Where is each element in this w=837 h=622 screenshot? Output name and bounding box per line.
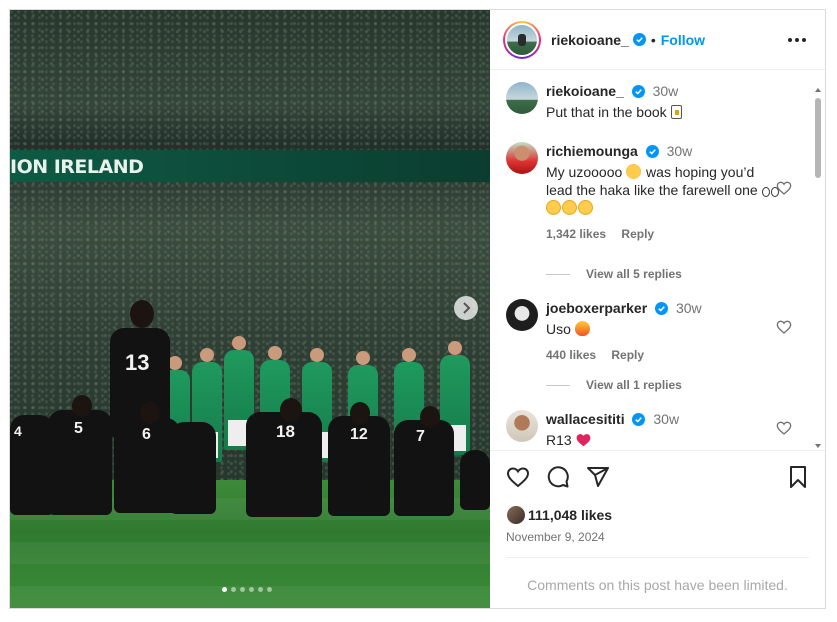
liker-avatar	[506, 505, 526, 525]
carousel-dot[interactable]	[258, 587, 263, 592]
replies-line	[546, 384, 570, 386]
star-struck-emoji-icon	[626, 164, 642, 179]
verified-badge-icon	[631, 85, 645, 98]
commenter-avatar[interactable]	[506, 299, 538, 331]
post-header: riekoioane_ • Follow	[490, 10, 825, 70]
post-modal: ION IRELAND 13 4 5 6 18 12 7 riekoioane_…	[9, 9, 826, 609]
commenter-avatar[interactable]	[506, 410, 538, 442]
comment-username[interactable]: joeboxerparker	[546, 300, 647, 316]
carousel-dot[interactable]	[231, 587, 236, 592]
like-comment-heart-icon[interactable]	[776, 180, 792, 196]
chevron-right-icon	[463, 302, 471, 314]
comment-likes[interactable]: 1,342 likes	[546, 227, 606, 241]
post-date[interactable]: November 9, 2024	[506, 530, 605, 544]
red-heart-emoji-icon	[576, 434, 590, 447]
comment-time[interactable]: 30w	[653, 411, 679, 427]
follow-button[interactable]: Follow	[661, 32, 705, 48]
comment-text: My uzooooo was hoping you’d lead the hak…	[546, 163, 781, 217]
carousel-dot[interactable]	[249, 587, 254, 592]
laughing-emoji-icon	[578, 200, 593, 215]
like-heart-icon[interactable]	[506, 465, 530, 489]
share-paper-plane-icon[interactable]	[586, 465, 610, 489]
separator-dot: •	[650, 31, 656, 48]
author-username[interactable]: riekoioane_	[551, 32, 629, 48]
comment-icon[interactable]	[546, 465, 570, 489]
eyes-emoji-icon	[761, 187, 770, 197]
view-replies-button[interactable]: View all 1 replies	[546, 378, 682, 392]
verified-badge-icon	[655, 302, 669, 315]
replies-line	[546, 273, 570, 275]
verified-badge-icon	[632, 413, 646, 426]
bookmark-icon[interactable]	[786, 465, 810, 489]
author-avatar[interactable]	[503, 20, 541, 59]
commenter-avatar[interactable]	[506, 142, 538, 174]
comment-text: Uso	[546, 320, 781, 338]
scroll-up-arrow-icon[interactable]	[815, 88, 821, 92]
kneeling-player: 18	[246, 412, 322, 517]
more-dot	[802, 38, 806, 42]
player-head	[350, 402, 370, 424]
likes-count[interactable]: 111,048 likes	[528, 507, 612, 523]
comment-time[interactable]: 30w	[676, 300, 702, 316]
comment-username[interactable]: wallacesititi	[546, 411, 625, 427]
comment-username[interactable]: riekoioane_	[546, 83, 624, 99]
banner-text: ION IRELAND	[10, 156, 144, 178]
comment-likes[interactable]: 440 likes	[546, 348, 596, 362]
post-side-panel: riekoioane_ • Follow riekoioane_ 30w Put…	[490, 10, 825, 608]
scrollbar-thumb[interactable]	[815, 98, 821, 178]
player-head	[420, 406, 440, 428]
more-dot	[788, 38, 792, 42]
reply-button[interactable]: Reply	[611, 348, 644, 362]
caption-text: Put that in the book	[546, 103, 781, 121]
more-dot	[795, 38, 799, 42]
laughing-emoji-icon	[562, 200, 577, 215]
like-comment-heart-icon[interactable]	[776, 319, 792, 335]
view-replies-button[interactable]: View all 5 replies	[546, 267, 682, 281]
player-head	[140, 402, 160, 424]
comment-time[interactable]: 30w	[667, 143, 693, 159]
kneeling-player: 7	[394, 420, 454, 516]
comments-list[interactable]: riekoioane_ 30w Put that in the book ric…	[490, 70, 825, 450]
card-emoji-icon	[670, 105, 682, 119]
more-options-button[interactable]	[787, 32, 807, 48]
kneeling-player	[170, 422, 216, 514]
player-head	[130, 300, 154, 328]
comment-text: R13	[546, 431, 781, 449]
fire-emoji-icon	[574, 321, 590, 336]
laughing-emoji-icon	[546, 200, 561, 215]
comment-username[interactable]: richiemounga	[546, 143, 638, 159]
likes-row[interactable]: 111,048 likes	[506, 505, 612, 525]
verified-badge-icon	[632, 33, 646, 46]
comment-meta: 1,342 likes Reply	[546, 225, 781, 243]
verified-badge-icon	[645, 145, 659, 158]
kneeling-player: 12	[328, 416, 390, 516]
player-head	[72, 395, 92, 417]
carousel-next-button[interactable]	[454, 296, 478, 320]
kneeling-player	[460, 450, 490, 510]
post-actions: 111,048 likes November 9, 2024 Comments …	[490, 450, 825, 608]
player-head	[280, 398, 302, 422]
comments-scrollbar[interactable]	[814, 88, 822, 448]
carousel-dot[interactable]	[267, 587, 272, 592]
kneeling-player: 5	[48, 410, 112, 515]
scroll-down-arrow-icon[interactable]	[815, 444, 821, 448]
carousel-dot[interactable]	[240, 587, 245, 592]
post-photo: ION IRELAND 13 4 5 6 18 12 7	[10, 10, 490, 608]
commenter-avatar[interactable]	[506, 82, 538, 114]
reply-button[interactable]: Reply	[621, 227, 654, 241]
like-comment-heart-icon[interactable]	[776, 420, 792, 436]
comment-meta: 440 likes Reply	[546, 346, 781, 364]
jersey-number: 13	[125, 350, 150, 375]
carousel-dot[interactable]	[222, 587, 227, 592]
carousel-indicator	[222, 587, 272, 592]
stadium-banner: ION IRELAND	[10, 150, 490, 182]
comment-time[interactable]: 30w	[653, 83, 679, 99]
comments-limited-notice: Comments on this post have been limited.	[506, 557, 809, 593]
